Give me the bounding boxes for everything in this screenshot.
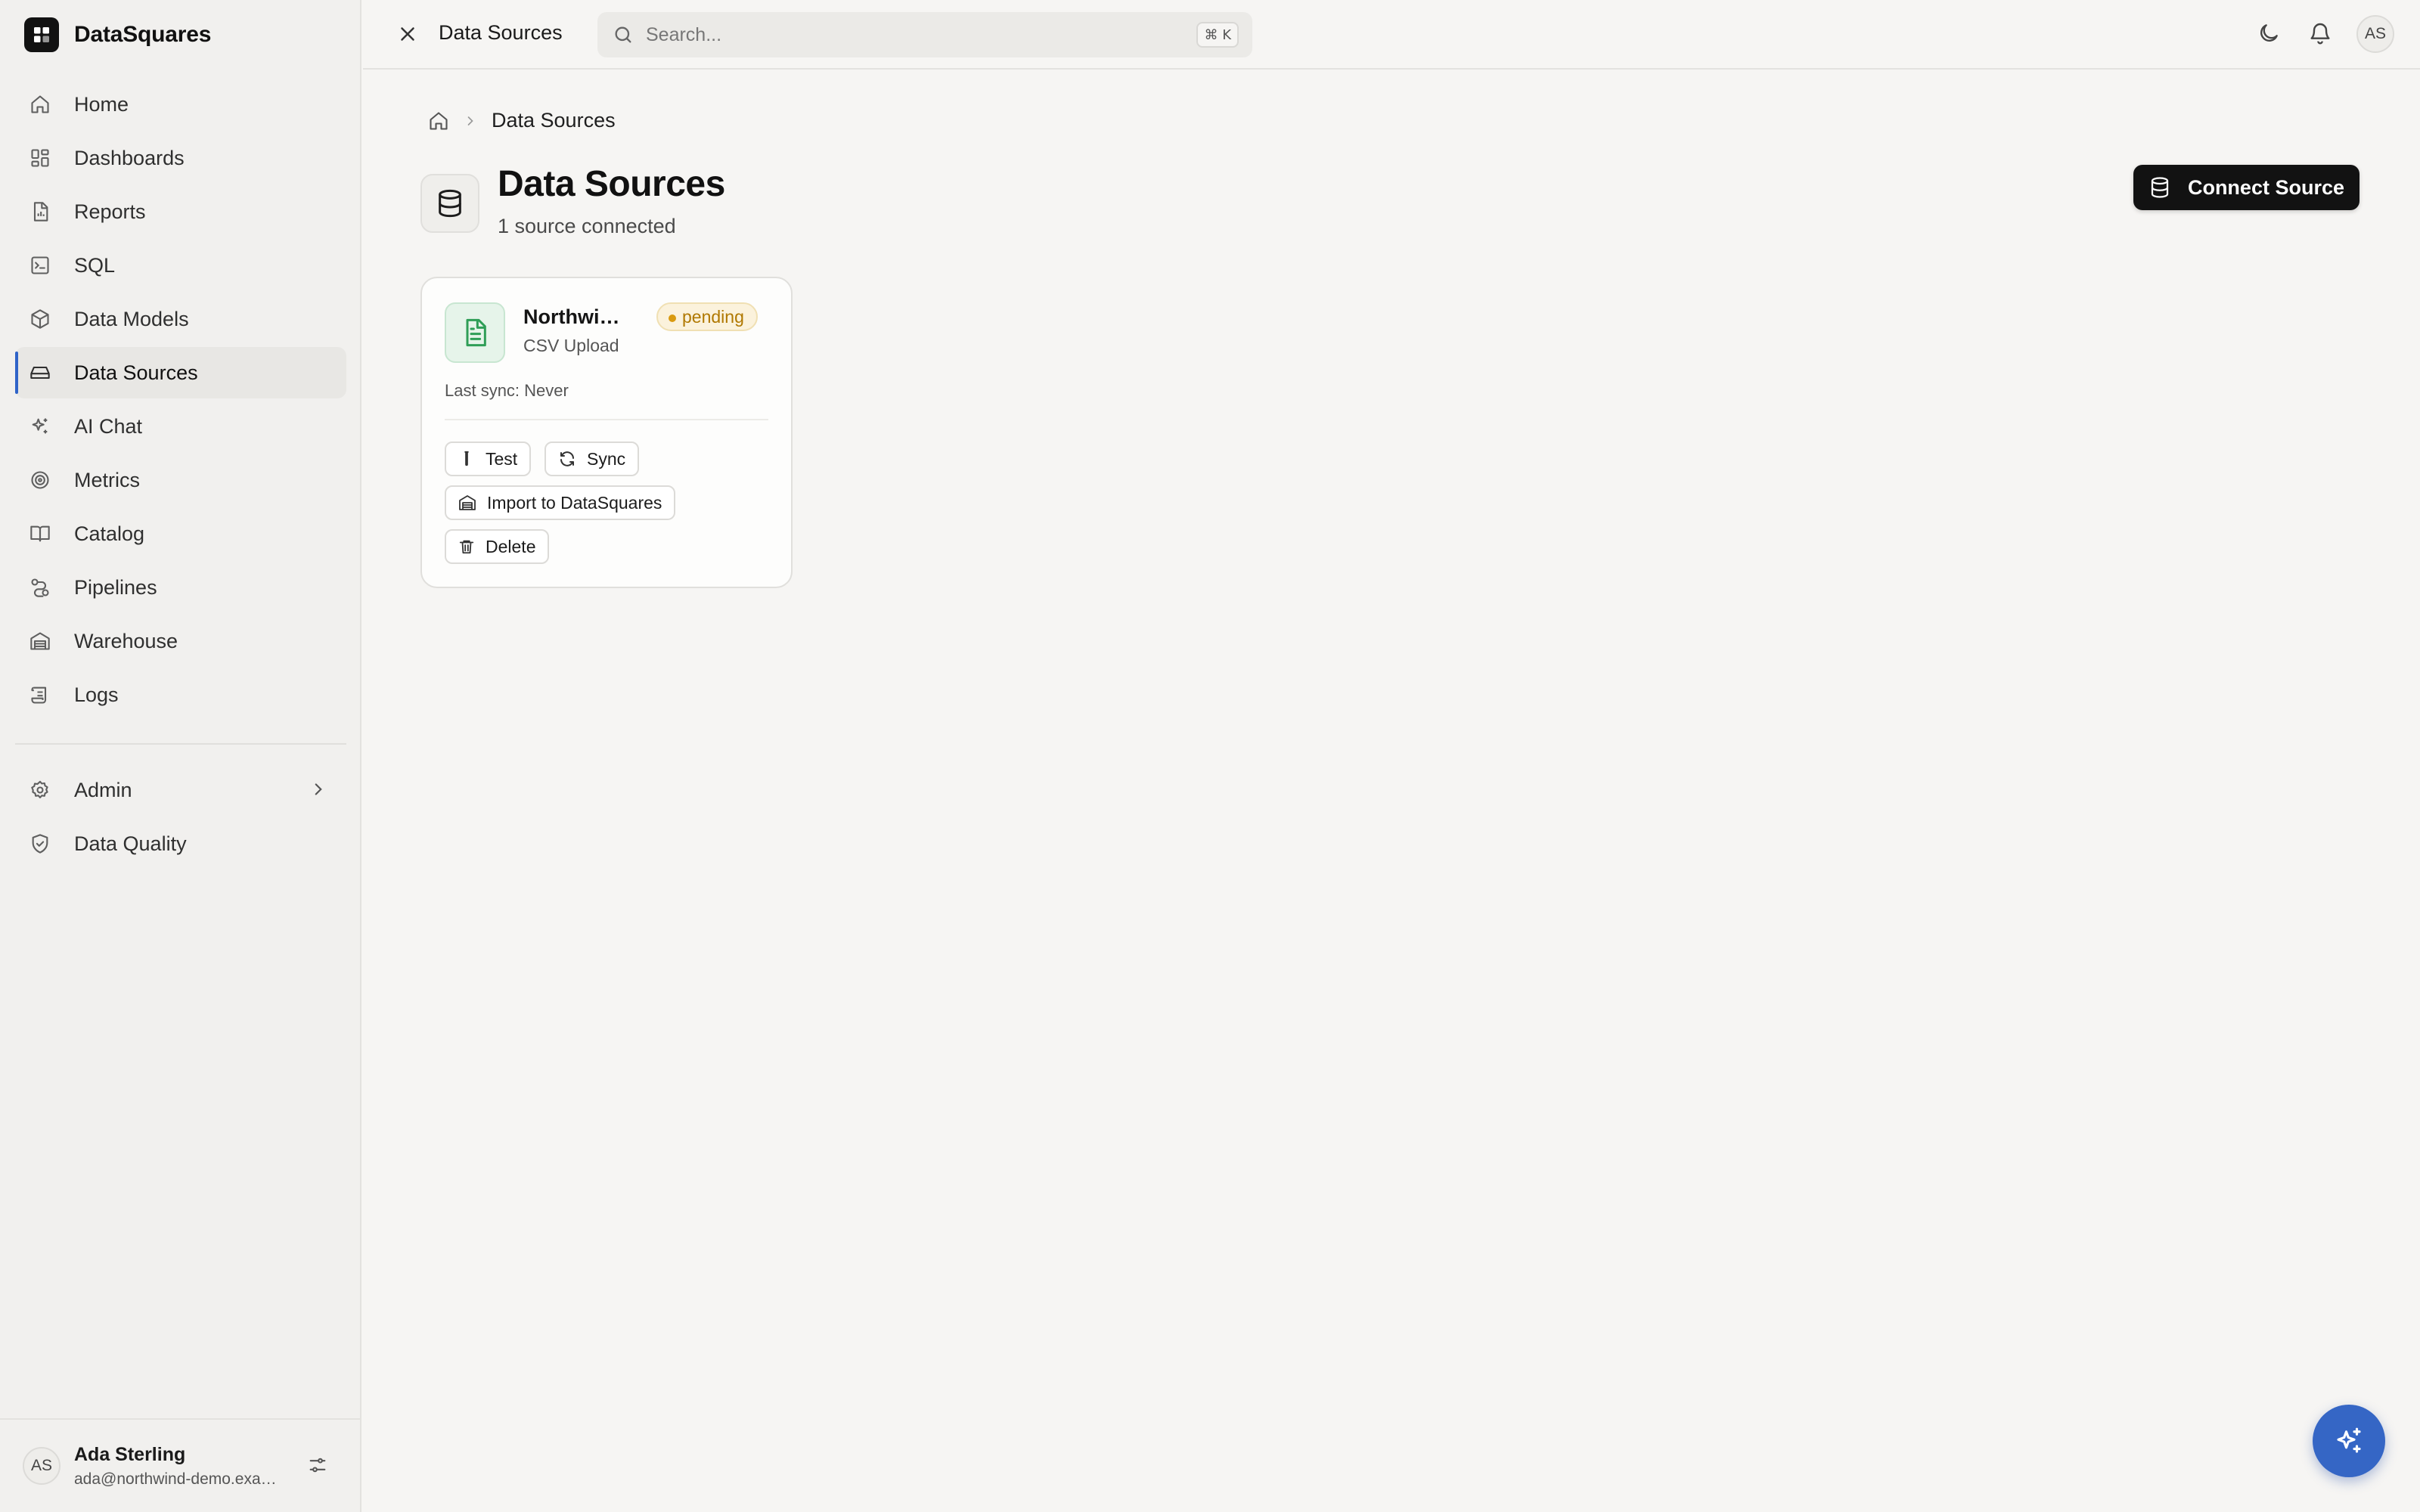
sidebar-item-label: Warehouse [74, 629, 178, 652]
sidebar-item-sql[interactable]: SQL [15, 240, 346, 291]
sync-button[interactable]: Sync [544, 442, 640, 476]
sparkles-icon [2333, 1425, 2365, 1457]
sliders-icon[interactable] [307, 1455, 328, 1476]
sidebar-item-label: Data Models [74, 307, 189, 330]
gear-icon [29, 779, 51, 801]
topbar-title: Data Sources [439, 21, 563, 44]
sidebar-item-label: Reports [74, 200, 146, 223]
home-icon[interactable] [428, 110, 449, 132]
sidebar-nav: Home Dashboards Reports SQL Data Models … [15, 79, 346, 872]
source-card[interactable]: Northwind Demo CSV Upload pending Last s… [420, 277, 793, 588]
import-label: Import to DataSquares [487, 492, 662, 513]
sidebar-item-dashboards[interactable]: Dashboards [15, 132, 346, 184]
sidebar-item-label: Data Quality [74, 832, 187, 855]
search-icon [613, 24, 634, 45]
sidebar-item-data-sources[interactable]: Data Sources [15, 347, 346, 398]
status-badge: pending [656, 302, 758, 331]
source-type: CSV Upload [523, 336, 619, 355]
avatar: AS [23, 1447, 60, 1485]
sidebar-item-label: Pipelines [74, 575, 157, 599]
import-button[interactable]: Import to DataSquares [445, 485, 676, 520]
sidebar-item-label: Data Sources [74, 361, 198, 384]
warehouse-icon [29, 630, 51, 652]
sidebar-item-data-quality[interactable]: Data Quality [15, 818, 346, 869]
sidebar-item-reports[interactable]: Reports [15, 186, 346, 237]
drive-icon [29, 361, 51, 384]
brand[interactable]: DataSquares [24, 17, 212, 52]
sidebar-item-label: Dashboards [74, 146, 185, 169]
test-button[interactable]: Test [445, 442, 532, 476]
test-tube-icon [458, 451, 475, 467]
connect-source-button[interactable]: Connect Source [2133, 165, 2360, 210]
sidebar-item-label: Logs [74, 683, 119, 706]
sidebar-item-admin[interactable]: Admin [15, 764, 346, 816]
source-name: Northwind Demo [523, 305, 629, 328]
sidebar-item-label: SQL [74, 253, 116, 277]
sidebar-item-logs[interactable]: Logs [15, 669, 346, 720]
home-icon [29, 93, 51, 116]
sidebar-item-label: Admin [74, 778, 132, 801]
sidebar-item-warehouse[interactable]: Warehouse [15, 615, 346, 667]
pipeline-icon [29, 576, 51, 599]
connect-source-label: Connect Source [2187, 175, 2344, 199]
page-subtitle: 1 source connected [498, 215, 676, 237]
sidebar-item-metrics[interactable]: Metrics [15, 454, 346, 506]
page-title: Data Sources [498, 164, 725, 204]
moon-icon[interactable] [2257, 21, 2281, 45]
sidebar-item-label: Home [74, 92, 129, 116]
search-bar[interactable]: ⌘ K [597, 12, 1252, 57]
user-name: Ada Sterling [74, 1443, 186, 1465]
app-name: DataSquares [74, 22, 212, 47]
avatar[interactable]: AS [2356, 15, 2394, 53]
card-divider [445, 419, 768, 420]
user-email: ada@northwind-demo.example.com [74, 1470, 278, 1488]
sidebar: DataSquares Home Dashboards Reports SQL … [0, 0, 361, 1512]
sync-label: Sync [587, 448, 626, 469]
close-icon[interactable] [396, 23, 419, 45]
sidebar-divider [15, 743, 346, 745]
search-input[interactable] [646, 23, 1160, 46]
sparkles-icon [29, 415, 51, 438]
database-icon [2149, 176, 2171, 199]
sidebar-item-data-models[interactable]: Data Models [15, 293, 346, 345]
warehouse-icon [458, 494, 476, 512]
sidebar-item-label: Metrics [74, 468, 140, 491]
shield-check-icon [29, 832, 51, 855]
sidebar-item-label: Catalog [74, 522, 145, 545]
sidebar-item-home[interactable]: Home [15, 79, 346, 130]
delete-button[interactable]: Delete [445, 529, 550, 564]
refresh-icon [558, 450, 576, 468]
trash-icon [458, 538, 475, 555]
last-sync: Last sync: Never [445, 381, 569, 400]
sidebar-item-pipelines[interactable]: Pipelines [15, 562, 346, 613]
topbar: Data Sources ⌘ K AS [363, 0, 2420, 70]
box-icon [29, 308, 51, 330]
terminal-icon [29, 254, 51, 277]
sidebar-item-label: AI Chat [74, 414, 143, 438]
target-icon [29, 469, 51, 491]
breadcrumb-current: Data Sources [492, 109, 616, 132]
delete-label: Delete [486, 536, 536, 556]
database-icon [420, 174, 479, 233]
ai-assistant-button[interactable] [2313, 1405, 2385, 1477]
sidebar-item-catalog[interactable]: Catalog [15, 508, 346, 559]
scroll-icon [29, 683, 51, 706]
chevron-right-icon [309, 779, 328, 799]
sidebar-item-ai-chat[interactable]: AI Chat [15, 401, 346, 452]
breadcrumb: Data Sources [428, 109, 616, 132]
file-text-icon [445, 302, 505, 363]
user-profile[interactable]: AS Ada Sterling ada@northwind-demo.examp… [0, 1418, 360, 1512]
dashboard-icon [29, 147, 51, 169]
logo-icon [24, 17, 59, 52]
report-icon [29, 200, 51, 223]
user-meta: Ada Sterling ada@northwind-demo.example.… [74, 1444, 278, 1489]
test-label: Test [486, 448, 518, 469]
keyboard-shortcut: ⌘ K [1196, 22, 1239, 48]
bell-icon[interactable] [2308, 21, 2332, 45]
book-icon [29, 522, 51, 545]
chevron-right-icon [463, 113, 478, 129]
